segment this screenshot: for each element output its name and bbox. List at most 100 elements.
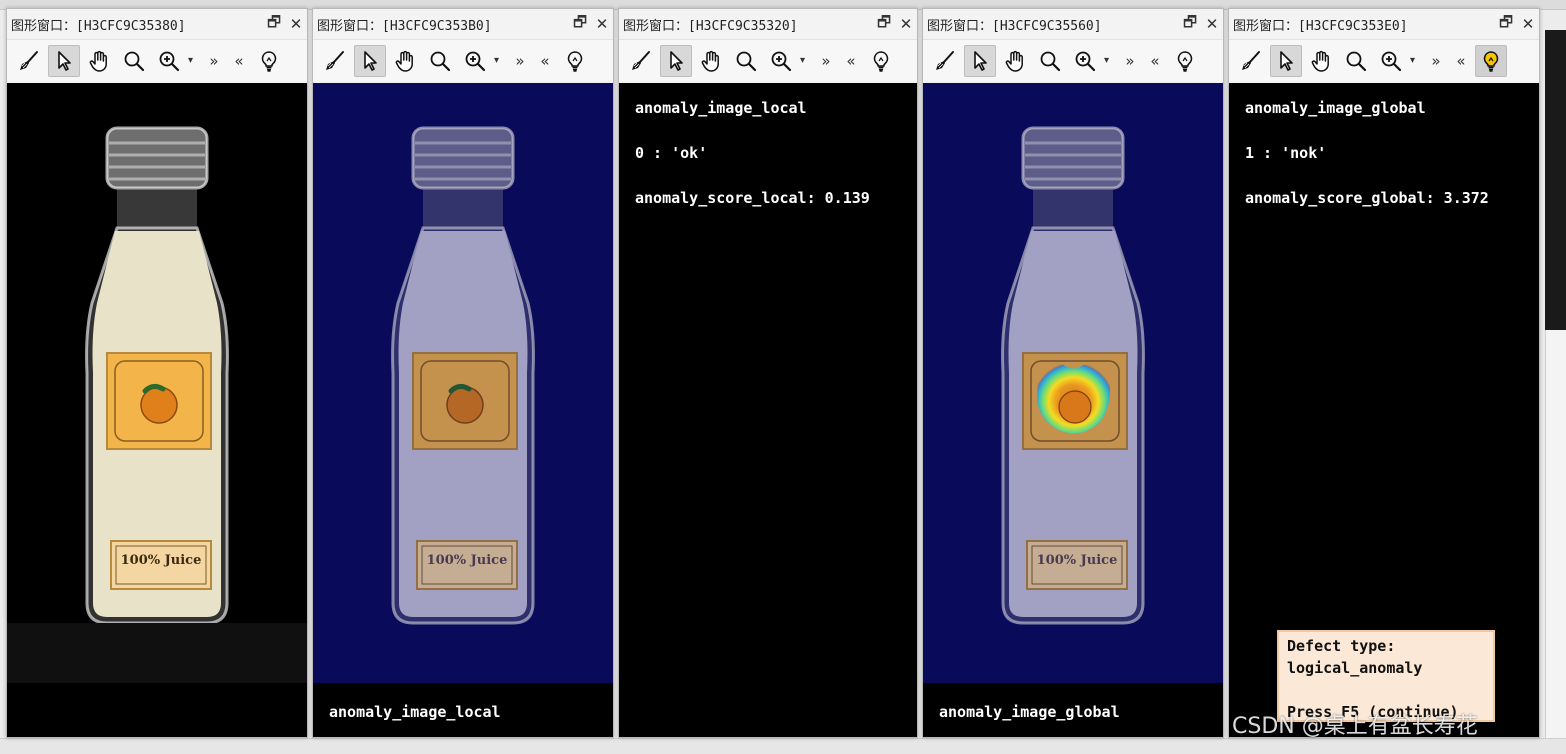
- pointer-icon[interactable]: [48, 44, 80, 77]
- message-line-3: anomaly_score_global: 3.372: [1245, 189, 1489, 207]
- bottle-label-text: 100% Juice: [120, 553, 202, 568]
- graphics-window-1[interactable]: 图形窗口：[H3CFC9C35380] 🗗 ✕ ▾ » « 100% Juice: [6, 8, 308, 738]
- background-status-strip: [0, 738, 1566, 754]
- lightbulb-icon[interactable]: [253, 45, 285, 77]
- message-line-1: anomaly_image_local: [635, 99, 807, 117]
- window-title: 图形窗口：[H3CFC9C35560]: [927, 18, 1102, 34]
- magnifier-icon[interactable]: [1340, 45, 1372, 77]
- defect-line-2: logical_anomaly: [1287, 659, 1423, 677]
- hand-icon[interactable]: [695, 45, 727, 77]
- zoom-in-icon[interactable]: [1069, 45, 1101, 77]
- pointer-icon[interactable]: [1270, 44, 1302, 77]
- graphics-toolbar: ▾ » «: [1229, 39, 1539, 81]
- forward-icon[interactable]: »: [509, 52, 531, 70]
- graphics-toolbar: ▾ » «: [313, 39, 613, 81]
- title-bar[interactable]: 图形窗口：[H3CFC9C35380] 🗗 ✕: [7, 9, 307, 39]
- bottle-label-text: 100% Juice: [426, 553, 508, 568]
- back-icon[interactable]: «: [840, 52, 862, 70]
- restore-icon[interactable]: 🗗: [1179, 13, 1201, 35]
- lightbulb-icon[interactable]: [865, 45, 897, 77]
- title-bar[interactable]: 图形窗口：[H3CFC9C35560] 🗗 ✕: [923, 9, 1223, 39]
- background-panel-light: [1545, 330, 1566, 754]
- zoom-dropdown-icon[interactable]: ▾: [1410, 55, 1422, 66]
- image-canvas[interactable]: 100% Juice anomaly_image_global: [923, 83, 1223, 737]
- background-panel-dark: [1545, 30, 1566, 330]
- zoom-in-icon[interactable]: [153, 45, 185, 77]
- graphics-toolbar: ▾ » «: [923, 39, 1223, 81]
- title-bar[interactable]: 图形窗口：[H3CFC9C353E0] 🗗 ✕: [1229, 9, 1539, 39]
- pointer-icon[interactable]: [964, 44, 996, 77]
- forward-icon[interactable]: »: [203, 52, 225, 70]
- zoom-in-icon[interactable]: [765, 45, 797, 77]
- close-icon[interactable]: ✕: [285, 13, 307, 35]
- restore-icon[interactable]: 🗗: [1495, 13, 1517, 35]
- zoom-dropdown-icon[interactable]: ▾: [800, 55, 812, 66]
- title-bar[interactable]: 图形窗口：[H3CFC9C35320] 🗗 ✕: [619, 9, 917, 39]
- back-icon[interactable]: «: [228, 52, 250, 70]
- title-bar[interactable]: 图形窗口：[H3CFC9C353B0] 🗗 ✕: [313, 9, 613, 39]
- canvas-bottom-label: anomaly_image_global: [939, 703, 1120, 721]
- magnifier-icon[interactable]: [730, 45, 762, 77]
- restore-icon[interactable]: 🗗: [263, 13, 285, 35]
- lightbulb-icon[interactable]: [559, 45, 591, 77]
- back-icon[interactable]: «: [1144, 52, 1166, 70]
- window-title: 图形窗口：[H3CFC9C35320]: [623, 18, 798, 34]
- zoom-dropdown-icon[interactable]: ▾: [1104, 55, 1116, 66]
- image-canvas[interactable]: 100% Juice: [7, 83, 307, 737]
- lightbulb-icon[interactable]: [1475, 44, 1507, 77]
- pointer-icon[interactable]: [354, 44, 386, 77]
- magnifier-icon[interactable]: [118, 45, 150, 77]
- pointer-icon[interactable]: [660, 44, 692, 77]
- close-icon[interactable]: ✕: [591, 13, 613, 35]
- hand-icon[interactable]: [83, 45, 115, 77]
- bottle-label-text: 100% Juice: [1036, 553, 1118, 568]
- broom-icon[interactable]: [929, 45, 961, 77]
- close-icon[interactable]: ✕: [895, 13, 917, 35]
- image-canvas[interactable]: anomaly_image_local 0 : 'ok' anomaly_sco…: [619, 83, 917, 737]
- floor-shadow: [7, 623, 307, 683]
- message-line-2: 1 : 'nok': [1245, 144, 1327, 162]
- message-line-2: 0 : 'ok': [635, 144, 708, 162]
- message-line-1: anomaly_image_global: [1245, 99, 1426, 117]
- close-icon[interactable]: ✕: [1201, 13, 1223, 35]
- magnifier-icon[interactable]: [1034, 45, 1066, 77]
- graphics-toolbar: ▾ » «: [7, 39, 307, 81]
- zoom-in-icon[interactable]: [1375, 45, 1407, 77]
- window-title: 图形窗口：[H3CFC9C353B0]: [317, 18, 492, 34]
- forward-icon[interactable]: »: [1119, 52, 1141, 70]
- image-canvas[interactable]: 100% Juice anomaly_image_local: [313, 83, 613, 737]
- restore-icon[interactable]: 🗗: [873, 13, 895, 35]
- defect-line-1: Defect type:: [1287, 637, 1396, 655]
- canvas-bottom-label: anomaly_image_local: [329, 703, 501, 721]
- zoom-dropdown-icon[interactable]: ▾: [494, 55, 506, 66]
- watermark: CSDN @桌上有盆长寿花: [1232, 714, 1478, 739]
- graphics-window-5[interactable]: 图形窗口：[H3CFC9C353E0] 🗗 ✕ ▾ » « anomaly_im…: [1228, 8, 1540, 738]
- lightbulb-icon[interactable]: [1169, 45, 1201, 77]
- graphics-window-3[interactable]: 图形窗口：[H3CFC9C35320] 🗗 ✕ ▾ » « anomaly_im…: [618, 8, 918, 738]
- graphics-window-2[interactable]: 图形窗口：[H3CFC9C353B0] 🗗 ✕ ▾ » « 100% Juice…: [312, 8, 614, 738]
- restore-icon[interactable]: 🗗: [569, 13, 591, 35]
- broom-icon[interactable]: [625, 45, 657, 77]
- graphics-toolbar: ▾ » «: [619, 39, 917, 81]
- forward-icon[interactable]: »: [815, 52, 837, 70]
- broom-icon[interactable]: [319, 45, 351, 77]
- back-icon[interactable]: «: [1450, 52, 1472, 70]
- anomaly-heatmap: [1037, 362, 1110, 434]
- broom-icon[interactable]: [1235, 45, 1267, 77]
- graphics-window-4[interactable]: 图形窗口：[H3CFC9C35560] 🗗 ✕ ▾ » « 100% Juice…: [922, 8, 1224, 738]
- back-icon[interactable]: «: [534, 52, 556, 70]
- zoom-dropdown-icon[interactable]: ▾: [188, 55, 200, 66]
- window-title: 图形窗口：[H3CFC9C35380]: [11, 18, 186, 34]
- window-title: 图形窗口：[H3CFC9C353E0]: [1233, 18, 1408, 34]
- hand-icon[interactable]: [389, 45, 421, 77]
- close-icon[interactable]: ✕: [1517, 13, 1539, 35]
- message-line-3: anomaly_score_local: 0.139: [635, 189, 870, 207]
- juice-bottle-overlay-image: [313, 83, 613, 683]
- juice-bottle-image: [7, 83, 307, 683]
- magnifier-icon[interactable]: [424, 45, 456, 77]
- forward-icon[interactable]: »: [1425, 52, 1447, 70]
- zoom-in-icon[interactable]: [459, 45, 491, 77]
- broom-icon[interactable]: [13, 45, 45, 77]
- hand-icon[interactable]: [1305, 45, 1337, 77]
- hand-icon[interactable]: [999, 45, 1031, 77]
